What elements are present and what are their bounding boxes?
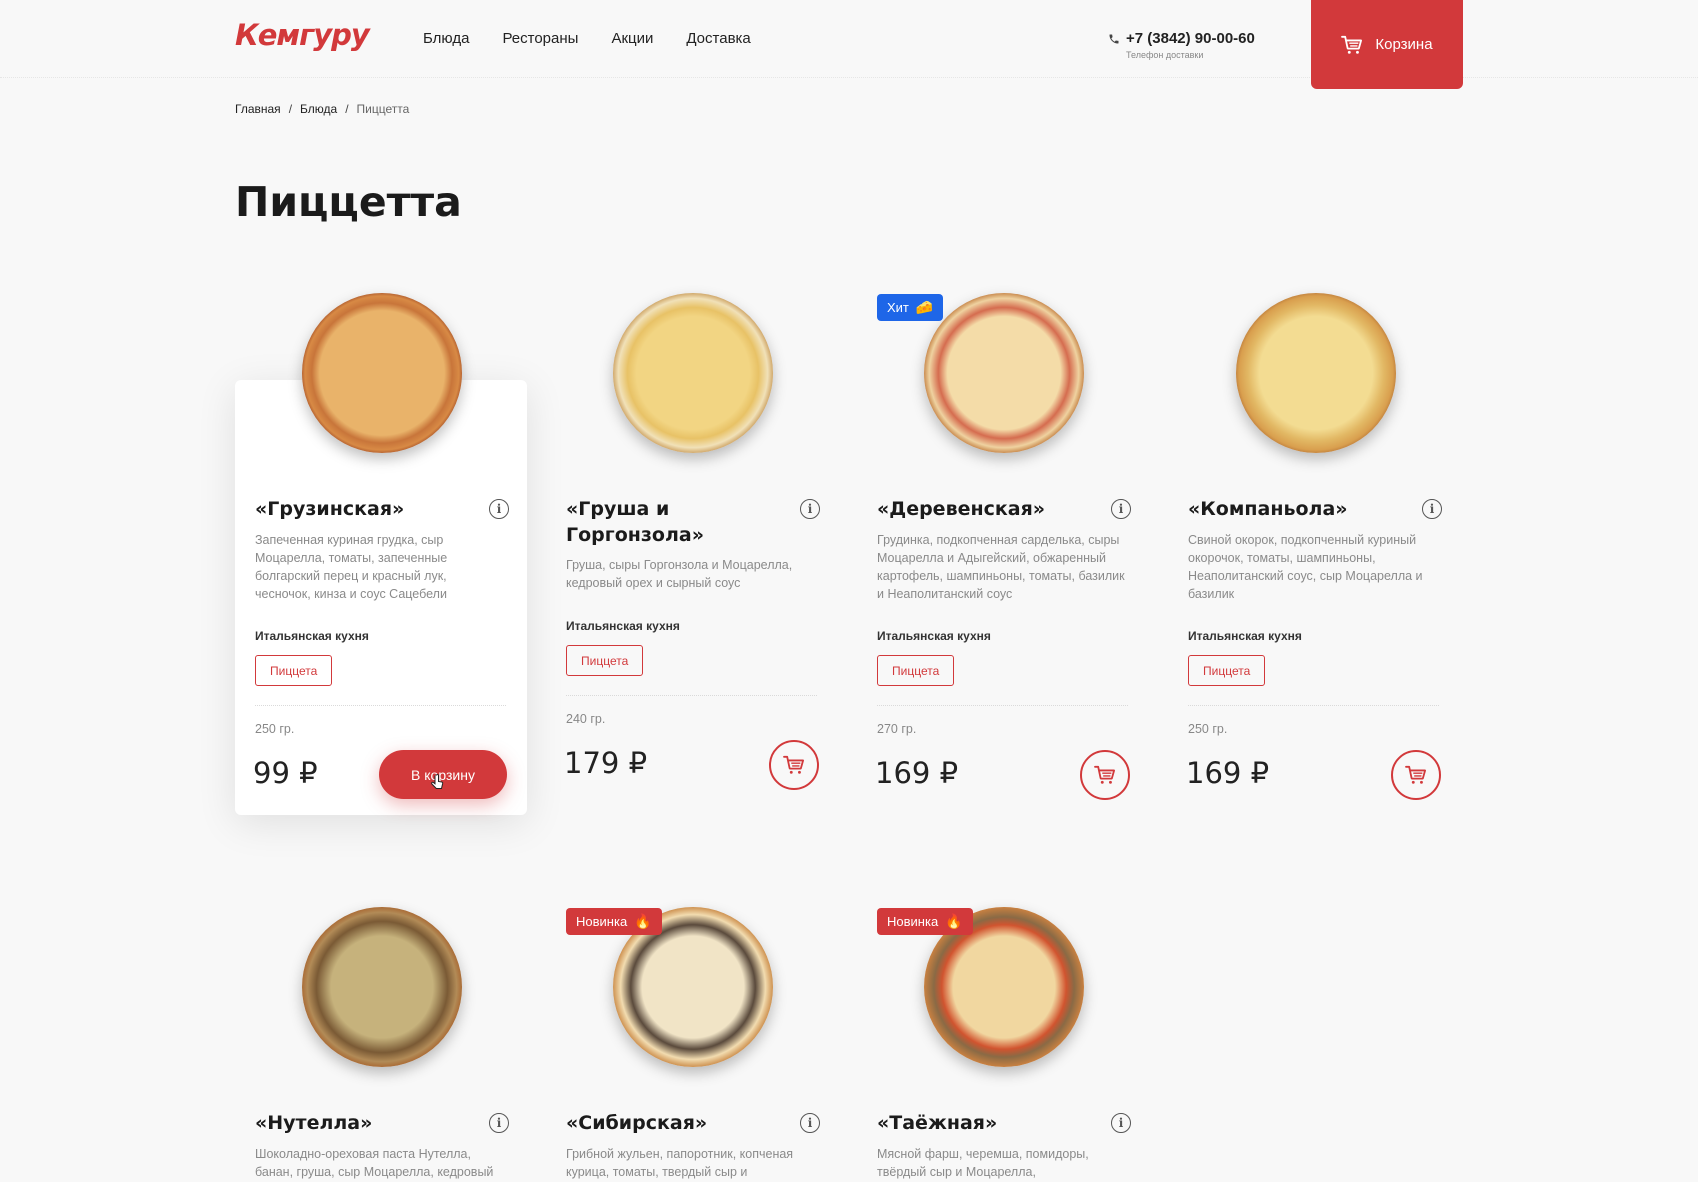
product-tag[interactable]: Пиццета xyxy=(877,655,955,686)
product-weight: 240 гр. xyxy=(566,712,606,726)
pizza-image[interactable] xyxy=(924,293,1084,453)
product-price: 169 ₽ xyxy=(1186,756,1270,790)
product-name[interactable]: «Груша и Горгонзола» xyxy=(566,496,786,548)
product-name[interactable]: «Таёжная» xyxy=(877,1110,1097,1136)
hit-badge-label: Хит xyxy=(887,300,909,315)
fire-icon: 🔥 xyxy=(634,913,652,929)
info-icon[interactable]: i xyxy=(1111,499,1131,519)
card-divider xyxy=(566,695,817,696)
add-to-cart-button[interactable] xyxy=(1391,750,1441,800)
product-description: Грибной жульен, папоротник, копченая кур… xyxy=(566,1147,794,1179)
info-icon[interactable]: i xyxy=(489,1113,509,1133)
page-title: Пиццетта xyxy=(235,178,462,226)
card-divider xyxy=(255,705,506,706)
phone-number[interactable]: +7 (3842) 90-00-60 xyxy=(1126,30,1255,47)
product-weight: 250 гр. xyxy=(255,722,295,736)
product-weight: 270 гр. xyxy=(877,722,917,736)
info-icon[interactable]: i xyxy=(800,1113,820,1133)
product-tag[interactable]: Пиццета xyxy=(1188,655,1266,686)
site-header: Кемгуру Блюда Рестораны Акции Доставка +… xyxy=(0,0,1698,89)
card-divider xyxy=(877,705,1128,706)
product-name[interactable]: «Компаньола» xyxy=(1188,496,1408,522)
new-badge-label: Новинка xyxy=(887,914,939,929)
new-badge: Новинка 🔥 xyxy=(877,908,973,935)
add-to-cart-button[interactable] xyxy=(1080,750,1130,800)
hit-badge: Хит 🧀 xyxy=(877,294,944,321)
pizza-image[interactable] xyxy=(1236,293,1396,453)
product-tag[interactable]: Пиццета xyxy=(255,655,333,686)
add-to-cart-button[interactable]: В корзину xyxy=(379,750,507,799)
product-description: Свиной окорок, подкопченный куриный окор… xyxy=(1188,533,1423,601)
info-icon[interactable]: i xyxy=(489,499,509,519)
breadcrumb-current: Пиццетта xyxy=(356,102,410,116)
product-description: Шоколадно-ореховая паста Нутелла, банан,… xyxy=(255,1147,494,1179)
info-icon[interactable]: i xyxy=(1422,499,1442,519)
product-name[interactable]: «Деревенская» xyxy=(877,496,1097,522)
cart-icon xyxy=(783,755,804,774)
phone-block: +7 (3842) 90-00-60 Телефон доставки xyxy=(1108,30,1255,60)
fire-icon: 🔥 xyxy=(945,913,963,929)
product-tag[interactable]: Пиццета xyxy=(566,645,644,676)
cart-label: Корзина xyxy=(1375,36,1433,53)
breadcrumb: Главная / Блюда / Пиццетта xyxy=(235,102,410,116)
phone-caption: Телефон доставки xyxy=(1126,50,1204,60)
nav-item-promotions[interactable]: Акции xyxy=(611,30,653,47)
product-cuisine: Итальянская кухня xyxy=(566,619,680,633)
cheese-icon: 🧀 xyxy=(915,299,934,315)
product-description: Мясной фарш, черемша, помидоры, твёрдый … xyxy=(877,1147,1089,1179)
pizza-image[interactable] xyxy=(302,907,462,1067)
pizza-image[interactable] xyxy=(302,293,462,453)
main-nav: Блюда Рестораны Акции Доставка xyxy=(423,30,751,47)
product-name[interactable]: «Сибирская» xyxy=(566,1110,786,1136)
add-to-cart-button[interactable] xyxy=(769,740,819,790)
new-badge-label: Новинка xyxy=(576,914,628,929)
product-cuisine: Итальянская кухня xyxy=(255,629,369,643)
info-icon[interactable]: i xyxy=(1111,1113,1131,1133)
product-price: 169 ₽ xyxy=(875,756,959,790)
breadcrumb-home[interactable]: Главная xyxy=(235,102,281,116)
product-price: 99 ₽ xyxy=(253,756,318,790)
info-icon[interactable]: i xyxy=(800,499,820,519)
cart-icon xyxy=(1405,765,1426,784)
product-description: Груша, сыры Горгонзола и Моцарелла, кедр… xyxy=(566,558,793,590)
cart-icon xyxy=(1094,765,1115,784)
breadcrumb-dishes[interactable]: Блюда xyxy=(300,102,337,116)
card-divider xyxy=(1188,705,1439,706)
logo[interactable]: Кемгуру xyxy=(235,18,370,52)
cart-icon xyxy=(1341,35,1363,54)
nav-item-delivery[interactable]: Доставка xyxy=(686,30,750,47)
new-badge: Новинка 🔥 xyxy=(566,908,662,935)
product-cuisine: Итальянская кухня xyxy=(1188,629,1302,643)
product-description: Грудинка, подкопченная сарделька, сыры М… xyxy=(877,533,1125,601)
phone-icon xyxy=(1109,34,1119,43)
mouse-pointer-icon xyxy=(431,774,444,789)
product-cuisine: Итальянская кухня xyxy=(877,629,991,643)
product-description: Запеченная куриная грудка, сыр Моцарелла… xyxy=(255,533,448,601)
product-weight: 250 гр. xyxy=(1188,722,1228,736)
product-name[interactable]: «Нутелла» xyxy=(255,1110,475,1136)
cart-button[interactable]: Корзина xyxy=(1311,0,1463,89)
nav-item-dishes[interactable]: Блюда xyxy=(423,30,469,47)
product-price: 179 ₽ xyxy=(564,746,648,780)
product-name[interactable]: «Грузинская» xyxy=(255,496,475,522)
nav-item-restaurants[interactable]: Рестораны xyxy=(502,30,578,47)
pizza-image[interactable] xyxy=(613,293,773,453)
